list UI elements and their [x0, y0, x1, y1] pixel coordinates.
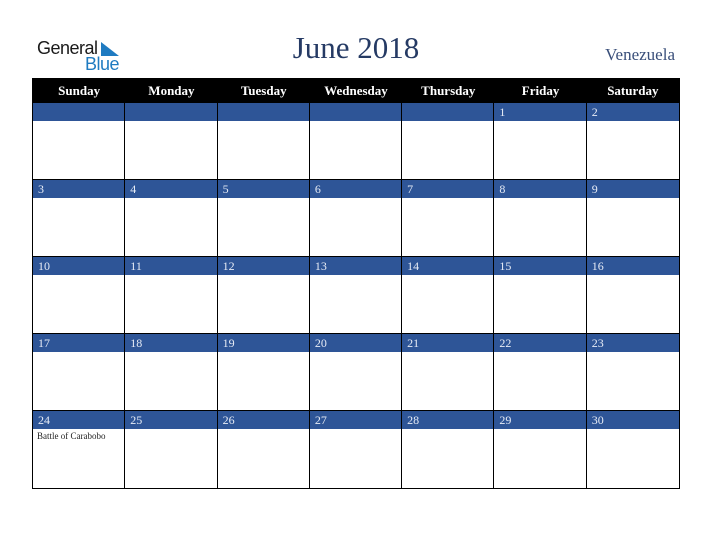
day-number: 7	[402, 180, 494, 198]
day-number: 28	[402, 411, 494, 429]
week-row: 24 Battle of Carabobo 25 26 27 28 29 30	[33, 411, 679, 488]
weekday-sunday: Sunday	[58, 83, 101, 98]
day-cell[interactable]: 17	[33, 334, 126, 411]
day-cell[interactable]: 26	[217, 411, 310, 488]
day-number: 18	[125, 334, 217, 352]
day-number: 26	[217, 411, 309, 429]
day-cell[interactable]: 29	[494, 411, 587, 488]
day-cell[interactable]: 6	[309, 180, 403, 257]
day-number: 21	[402, 334, 494, 352]
country-label: Venezuela	[605, 45, 675, 64]
day-cell[interactable]: 23	[586, 334, 679, 411]
day-number: 16	[586, 257, 679, 275]
weekday-monday: Monday	[148, 83, 195, 98]
day-cell[interactable]: 12	[217, 257, 310, 334]
day-number	[125, 103, 217, 121]
day-number: 20	[309, 334, 402, 352]
day-cell[interactable]	[402, 103, 495, 180]
day-cell[interactable]: 10	[33, 257, 126, 334]
day-cell[interactable]: 18	[125, 334, 218, 411]
week-row: 3456789	[33, 180, 679, 257]
day-cell[interactable]	[33, 103, 126, 180]
week-row: 10 11 12 13 14 15 16	[33, 257, 679, 334]
day-number: 23	[586, 334, 679, 352]
day-cell[interactable]: 3	[33, 180, 126, 257]
week-row: 12	[33, 103, 679, 180]
day-cell[interactable]: 20	[309, 334, 403, 411]
day-number: 10	[33, 257, 125, 275]
day-cell[interactable]: 24 Battle of Carabobo	[33, 411, 126, 488]
day-number: 1	[494, 103, 586, 121]
day-number: 9	[586, 180, 679, 198]
day-cell[interactable]: 1	[494, 103, 587, 180]
weekday-header: Sunday Monday Tuesday Wednesday Thursday…	[33, 79, 679, 103]
day-number	[33, 103, 125, 121]
day-number: 22	[494, 334, 586, 352]
day-number: 2	[586, 103, 679, 121]
day-number: 30	[586, 411, 679, 429]
day-number: 4	[125, 180, 217, 198]
day-number: 6	[309, 180, 402, 198]
day-cell[interactable]: 15	[494, 257, 587, 334]
day-cell[interactable]: 21	[402, 334, 495, 411]
day-cell[interactable]: 11	[125, 257, 218, 334]
day-cell[interactable]: 9	[586, 180, 679, 257]
day-cell[interactable]: 5	[217, 180, 310, 257]
weekday-thursday: Thursday	[421, 83, 476, 98]
day-cell[interactable]: 19	[217, 334, 310, 411]
day-number: 17	[33, 334, 125, 352]
day-number: 15	[494, 257, 586, 275]
day-cell[interactable]: 2	[586, 103, 679, 180]
day-number	[217, 103, 309, 121]
day-cell[interactable]: 7	[402, 180, 495, 257]
day-cell[interactable]: 4	[125, 180, 218, 257]
day-cell[interactable]	[125, 103, 218, 180]
day-cell[interactable]: 30	[586, 411, 679, 488]
day-number: 14	[402, 257, 494, 275]
calendar-grid: Sunday Monday Tuesday Wednesday Thursday…	[32, 78, 680, 489]
day-cell[interactable]: 22	[494, 334, 587, 411]
weekday-tuesday: Tuesday	[240, 83, 287, 98]
day-number: 27	[309, 411, 402, 429]
day-number: 24	[33, 411, 125, 429]
day-number: 5	[217, 180, 309, 198]
day-cell[interactable]: 13	[309, 257, 403, 334]
weekday-friday: Friday	[521, 83, 560, 98]
day-number	[309, 103, 402, 121]
day-cell[interactable]: 28	[402, 411, 495, 488]
day-number	[402, 103, 494, 121]
day-number: 8	[494, 180, 586, 198]
day-number: 25	[125, 411, 217, 429]
day-cell[interactable]	[217, 103, 310, 180]
day-cell[interactable]	[309, 103, 403, 180]
day-number: 29	[494, 411, 586, 429]
weekday-saturday: Saturday	[607, 83, 659, 98]
day-cell[interactable]: 8	[494, 180, 587, 257]
day-cell[interactable]: 27	[309, 411, 403, 488]
day-cell[interactable]: 14	[402, 257, 495, 334]
day-number: 3	[33, 180, 125, 198]
day-number: 12	[217, 257, 309, 275]
day-cell[interactable]: 16	[586, 257, 679, 334]
day-number: 19	[217, 334, 309, 352]
day-number: 13	[309, 257, 402, 275]
holiday-event: Battle of Carabobo	[37, 431, 106, 441]
day-number: 11	[125, 257, 217, 275]
day-cell[interactable]: 25	[125, 411, 218, 488]
weekday-wednesday: Wednesday	[324, 83, 388, 98]
week-row: 17 18 19 20 21 22 23	[33, 334, 679, 411]
